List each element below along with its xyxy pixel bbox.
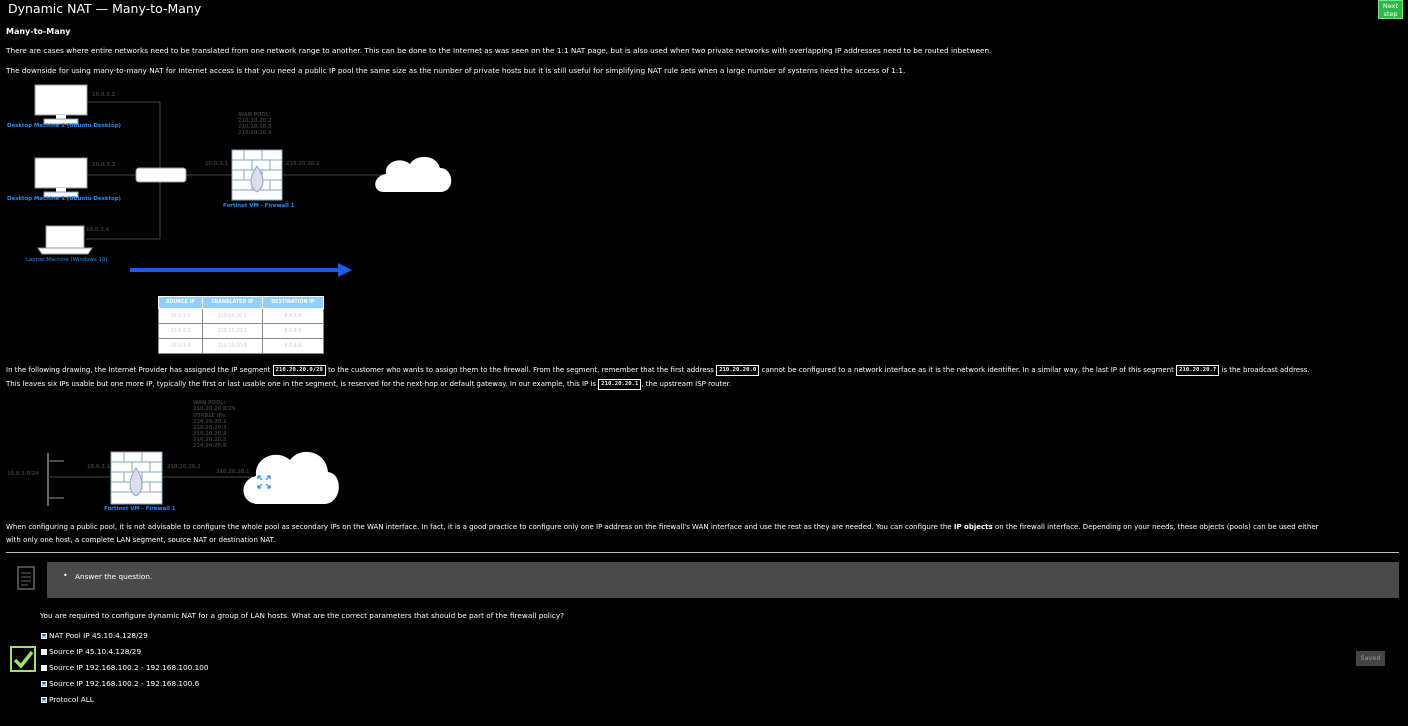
saved-button[interactable]: Saved: [1356, 651, 1385, 666]
laptop-label: Laptop Machine (Windows 10): [26, 257, 108, 263]
checkbox[interactable]: [41, 664, 47, 671]
laptop-icon: [37, 225, 93, 255]
table-row: 10.0.3.4 210.10.20.4 8.8.8.8: [158, 338, 325, 354]
answer-option[interactable]: Source IP 192.168.100.2 - 192.168.100.10…: [41, 663, 209, 672]
lan-network: 10.0.3.0/24: [7, 471, 39, 477]
table-row: 10.0.3.3 210.10.20.3 8.8.8.8: [158, 323, 325, 339]
column-header: SOURCE IP: [158, 296, 203, 309]
network-diagram-2: 10.0.3.0/24 10.0.3.1 210.20.20.2 210.20.…: [0, 398, 350, 516]
correct-check-icon: [10, 646, 36, 672]
firewall-wan-ip: 210.20.20.2: [286, 161, 320, 167]
checkbox[interactable]: [41, 648, 47, 655]
answer-option[interactable]: Source IP 192.168.100.2 - 192.168.100.6: [41, 679, 199, 688]
checkbox-checked[interactable]: [41, 696, 47, 703]
desktop-computer-icon: [34, 157, 88, 198]
firewall-lan-ip: 10.0.3.1: [205, 161, 229, 167]
table-cell: 8.8.8.8: [261, 323, 325, 339]
table-cell: 10.0.3.4: [158, 338, 203, 354]
laptop-ip: 10.0.3.4: [86, 227, 110, 233]
firewall-icon: [231, 149, 283, 201]
network-diagram-1: Desktop Machine 2 (Ubuntu Desktop) 10.0.…: [0, 80, 470, 277]
ip-code: 210.20.20.7: [1176, 364, 1220, 376]
wan-pool-block: WAN POOL: 210.10.20.2 210.10.20.3 210.10…: [238, 112, 272, 136]
desktop1-ip: 10.0.3.3: [92, 162, 116, 168]
table-header-row: SOURCE IP TRANSLATED IP DESTINATION IP: [158, 296, 325, 309]
paragraph-segment: In the following drawing, the Internet P…: [6, 364, 1310, 376]
firewall-wan-ip: 210.20.20.2: [167, 464, 201, 470]
desktop2-ip: 10.0.3.2: [92, 92, 116, 98]
question-text: You are required to configure dynamic NA…: [40, 611, 565, 620]
column-header: DESTINATION IP: [261, 296, 325, 309]
column-header: TRANSLATED IP: [201, 296, 263, 309]
document-icon: [17, 566, 35, 590]
desktop-computer-icon: [34, 84, 88, 125]
task-panel: [47, 562, 1399, 598]
task-instruction: Answer the question.: [75, 572, 153, 581]
isp-ip: 210.20.20.1: [216, 469, 250, 475]
flow-arrow: [130, 263, 352, 277]
paragraph-downside: The downside for using many-to-many NAT …: [6, 66, 906, 75]
paragraph-pool-advice: When configuring a public pool, it is no…: [6, 523, 1319, 531]
ip-code: 210.20.20.1: [598, 378, 642, 390]
paragraph-pool-usage: with only one host, a complete LAN segme…: [6, 536, 276, 544]
checkbox-checked[interactable]: [41, 632, 47, 639]
wan-pool-block: WAN POOL: 210.20.20.0/29 USABLE IPs: 210…: [193, 400, 236, 449]
checkbox-checked[interactable]: [41, 680, 47, 687]
divider: [6, 552, 1399, 553]
ip-code: 210.20.20.0: [716, 364, 760, 376]
section-heading: Many-to-Many: [6, 27, 71, 36]
desktop2-label: Desktop Machine 2 (Ubuntu Desktop): [7, 123, 122, 129]
nat-translation-table: SOURCE IP TRANSLATED IP DESTINATION IP 1…: [158, 296, 325, 354]
firewall-icon: [110, 451, 163, 505]
table-cell: 8.8.8.8: [261, 338, 325, 354]
cloud-icon: [375, 156, 452, 192]
table-row: 10.0.3.2 210.10.20.2 8.8.8.8: [158, 308, 325, 324]
table-cell: 8.8.8.8: [261, 308, 325, 324]
table-cell: 210.10.20.2: [201, 308, 263, 324]
answer-option[interactable]: Source IP 45.10.4.128/29: [41, 647, 141, 656]
table-cell: 10.0.3.3: [158, 323, 203, 339]
table-cell: 210.10.20.3: [201, 323, 263, 339]
paragraph-usable: This leaves six IPs usable but one more …: [6, 378, 732, 390]
table-cell: 10.0.3.2: [158, 308, 203, 324]
switch-icon: [135, 167, 187, 183]
ip-code: 210.20.20.0/29: [272, 364, 326, 376]
table-cell: 210.10.20.4: [201, 338, 263, 354]
desktop1-label: Desktop Machine 1 (Ubuntu Desktop): [7, 196, 122, 202]
answer-option[interactable]: NAT Pool IP 45.10.4.128/29: [41, 631, 148, 640]
task-bullet: •: [63, 571, 68, 580]
page-title: Dynamic NAT — Many-to-Many: [8, 1, 202, 16]
firewall-label: Fortinet VM - Firewall 1: [104, 506, 176, 512]
paragraph-intro: There are cases where entire networks ne…: [6, 46, 992, 55]
answer-option[interactable]: Protocol ALL: [41, 695, 94, 704]
firewall-lan-ip: 10.0.3.1: [87, 464, 111, 470]
next-step-button[interactable]: Next step: [1378, 0, 1403, 19]
firewall-label: Fortinet VM - Firewall 1: [223, 203, 295, 209]
